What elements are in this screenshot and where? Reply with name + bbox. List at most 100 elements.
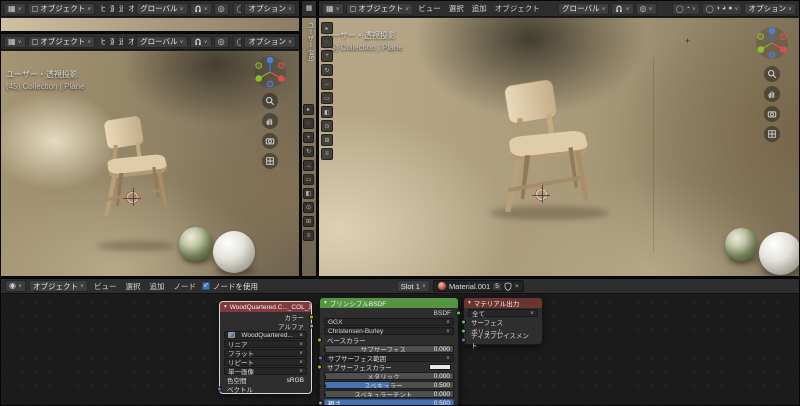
displacement-input-socket[interactable] <box>461 337 466 343</box>
material-output-node[interactable]: ▾ マテリアル出力 全て ∨ サーフェス ボリューム ディスプレイスメント <box>461 297 543 350</box>
collapse-icon[interactable]: ▾ <box>324 300 327 306</box>
menu-object[interactable]: オブジェクト <box>125 3 134 14</box>
colorspace-row[interactable]: 色空間 sRGB <box>224 376 307 386</box>
input-socket[interactable] <box>318 355 323 361</box>
collapse-icon[interactable]: ▾ <box>224 304 227 310</box>
menu-add[interactable]: 追加 <box>469 3 490 14</box>
proportional-editing-toggle[interactable]: ◎ <box>213 35 229 48</box>
editor-type-button[interactable]: ◉ ∨ <box>5 280 27 292</box>
shading-solid-icon[interactable]: ◑ <box>716 5 720 12</box>
surface-input-socket[interactable] <box>461 319 466 325</box>
tool-button[interactable]: ⊙ <box>303 202 314 213</box>
shading-wireframe-icon[interactable]: ◯ <box>706 5 714 13</box>
menu-node[interactable]: ノード <box>171 281 200 292</box>
image-datablock-field[interactable]: WoodQuartered... × <box>224 331 307 339</box>
subsurface-method-dropdown[interactable]: Christensen-Burley ∨ <box>324 327 454 335</box>
image-texture-node[interactable]: ▾ WoodQuartered.C..._COL_3K... カラー アルファ … <box>217 301 314 394</box>
base-color-input-socket[interactable] <box>317 337 322 343</box>
node-graph-canvas[interactable]: ▾ WoodQuartered.C..._COL_3K... カラー アルファ … <box>1 295 799 405</box>
proportional-editing-toggle[interactable]: ◎ ∨ <box>635 2 657 15</box>
unlink-material-icon[interactable]: × <box>515 283 519 290</box>
pan-hand-icon[interactable] <box>764 86 780 102</box>
input-socket[interactable] <box>325 347 326 352</box>
use-nodes-checkbox[interactable]: ✓ <box>202 282 211 290</box>
distribution-dropdown[interactable]: GGX ∨ <box>324 318 454 326</box>
tool-button[interactable]: + <box>321 50 333 62</box>
node-header[interactable]: ▾ マテリアル出力 <box>464 298 542 308</box>
tool-button[interactable]: ▸ <box>303 104 314 115</box>
roughness-slider[interactable]: 粗さ 0.500 <box>318 399 454 405</box>
camera-view-icon[interactable] <box>764 106 780 122</box>
chair-object[interactable] <box>93 113 173 225</box>
input-socket[interactable] <box>325 392 326 397</box>
menu-select[interactable]: 選択 <box>107 36 114 47</box>
options-dropdown[interactable]: オプション ∨ <box>244 35 296 48</box>
colorspace-value[interactable]: sRGB <box>287 377 304 384</box>
transform-orientation-dropdown[interactable]: グローバル ∨ <box>558 2 610 15</box>
shading-mode-buttons[interactable]: ◯ ◑ ◕ ● <box>232 35 243 48</box>
material-users-count[interactable]: 5 <box>493 282 501 290</box>
strip-viewport-body[interactable]: ユーザー (45) ▸ ◌ + ↻ ↔ ▭ ◧ ⊙ ⊞ ≡ <box>302 18 316 276</box>
menu-select[interactable]: 選択 <box>123 281 144 292</box>
show-gizmo-icon[interactable]: ◯ <box>676 5 684 13</box>
navigation-gizmo[interactable] <box>755 26 789 65</box>
shading-wireframe-icon[interactable]: ◯ <box>237 38 242 46</box>
menu-view[interactable]: ビュー <box>97 36 105 47</box>
menu-object[interactable]: オブジェクト <box>125 36 134 47</box>
transform-orientation-dropdown[interactable]: グローバル ∨ <box>136 2 188 15</box>
collapsed-viewport-strip[interactable]: ▦ ユーザー (45) ▸ ◌ + ↻ ↔ ▭ ◧ ⊙ ⊞ ≡ <box>301 0 317 277</box>
transform-orientation-dropdown[interactable]: グローバル ∨ <box>136 35 188 48</box>
textured-sphere-object[interactable] <box>179 227 213 261</box>
tool-button[interactable]: ⊞ <box>303 216 314 227</box>
shading-mode-buttons[interactable]: ◯ ◑ ◕ ● <box>232 2 243 15</box>
node-header[interactable]: ▾ プリンシプルBSDF <box>320 298 458 308</box>
tool-button[interactable]: ≡ <box>303 230 314 241</box>
source-dropdown[interactable]: 単一画像 ∨ <box>224 367 307 376</box>
options-dropdown[interactable]: オプション ∨ <box>244 2 296 15</box>
fake-user-shield-icon[interactable] <box>504 281 512 291</box>
menu-add[interactable]: 追加 <box>116 3 123 14</box>
shading-wireframe-icon[interactable]: ◯ <box>237 5 242 13</box>
tool-button[interactable]: ↻ <box>321 64 333 76</box>
metallic-slider[interactable]: メタリック 0.000 <box>324 372 454 380</box>
tool-button[interactable]: ⊙ <box>321 120 333 132</box>
white-sphere-object[interactable] <box>759 232 799 275</box>
shading-mode-buttons[interactable]: ◯ ◑ ◕ ● ∨ <box>701 2 743 15</box>
input-socket[interactable] <box>317 364 322 370</box>
output-target-dropdown[interactable]: 全て ∨ <box>468 309 538 318</box>
material-slot-dropdown[interactable]: Slot 1 ∨ <box>396 280 430 292</box>
input-socket[interactable] <box>325 374 326 379</box>
specular-tint-slider[interactable]: スペキュラーチント 0.000 <box>324 390 454 398</box>
show-overlays-icon[interactable]: ◔ <box>686 5 690 12</box>
tool-button[interactable]: ⊞ <box>321 134 333 146</box>
overlay-toggles[interactable]: ◯ ◔ ∨ <box>671 2 700 15</box>
projection-dropdown[interactable]: フラット ∨ <box>224 349 307 358</box>
mode-dropdown[interactable]: ◻ オブジェクト ∨ <box>27 2 96 15</box>
tool-button[interactable]: ▭ <box>321 92 333 104</box>
editor-type-button[interactable]: ▦ ∨ <box>4 2 26 15</box>
ortho-grid-icon[interactable] <box>262 153 278 169</box>
tool-button[interactable]: ▭ <box>303 174 314 185</box>
tool-button[interactable]: ≡ <box>321 148 333 160</box>
principled-bsdf-node[interactable]: ▾ プリンシプルBSDF BSDF GGX ∨ Christensen-Burl… <box>317 297 461 405</box>
lamp-object-marker[interactable]: + <box>685 36 690 46</box>
input-socket[interactable] <box>318 400 323 405</box>
tool-button[interactable]: ▸ <box>321 22 333 34</box>
navigation-gizmo[interactable] <box>253 55 287 94</box>
viewport-canvas[interactable] <box>1 18 299 31</box>
subsurface-color-swatch[interactable] <box>429 364 451 370</box>
material-id-field[interactable]: Material.001 5 × <box>432 280 524 292</box>
snap-toggle[interactable]: ∨ <box>189 35 212 48</box>
subsurface-radius-field[interactable]: サブサーフェス範囲 ∨ <box>318 354 454 363</box>
tool-button[interactable]: + <box>303 132 314 143</box>
menu-add[interactable]: 追加 <box>116 36 123 47</box>
shader-type-dropdown[interactable]: オブジェクト ∨ <box>29 280 89 292</box>
subsurface-slider[interactable]: サブサーフェス 0.000 <box>324 345 454 353</box>
snap-toggle[interactable]: ∨ <box>189 2 212 15</box>
subsurface-color-row[interactable]: サブサーフェスカラー <box>317 363 454 372</box>
viewport-canvas[interactable]: ユーザー・透視投影 (45) Collection | Plane ▸ ◌ + … <box>319 18 799 276</box>
alpha-output-socket[interactable] <box>309 323 314 329</box>
tool-button[interactable]: ◌ <box>321 36 333 48</box>
menu-select[interactable]: 選択 <box>107 3 114 14</box>
menu-view[interactable]: ビュー <box>97 3 105 14</box>
